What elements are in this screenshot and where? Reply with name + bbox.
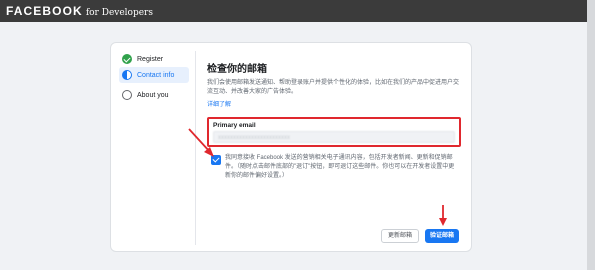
email-field[interactable]: xxxxxxxxxxxxxxxxxxxxxxxx: [213, 131, 455, 143]
change-email-button[interactable]: 更新邮箱: [381, 229, 419, 243]
page-description: 我们会使用邮箱发送通知、帮助登录账户并提供个性化的体验，比如在我们的产品中促进用…: [207, 80, 460, 95]
step-label: About you: [137, 91, 169, 99]
verify-email-button[interactable]: 验证邮箱: [425, 229, 459, 243]
empty-circle-icon: [122, 90, 132, 100]
consent-text: 我同意接收 Facebook 发送的营销相关电子通讯内容，包括开发者新闻、更新和…: [225, 155, 455, 179]
step-contact-info[interactable]: Contact info: [119, 67, 189, 83]
brand-subtitle: for Developers: [85, 8, 153, 18]
half-circle-icon: [122, 70, 132, 80]
email-highlight-box: Primary email xxxxxxxxxxxxxxxxxxxxxxxx: [207, 117, 461, 147]
email-label: Primary email: [213, 122, 256, 129]
step-label: Contact info: [137, 71, 175, 79]
brand-name: FACEBOOK: [6, 4, 83, 18]
check-circle-icon: [122, 54, 132, 64]
onboarding-card: Register Contact info About you 检查你的邮箱 我…: [110, 42, 472, 252]
scrollbar-track[interactable]: [587, 0, 595, 270]
step-register[interactable]: Register: [119, 51, 189, 67]
page-title: 检查你的邮箱: [207, 64, 267, 75]
learn-more-link[interactable]: 详细了解: [207, 99, 231, 108]
top-bar: FACEBOOK for Developers: [0, 0, 595, 22]
divider: [195, 51, 196, 245]
step-about-you[interactable]: About you: [119, 87, 189, 103]
steps-sidebar: Register Contact info About you: [111, 43, 195, 251]
consent-checkbox[interactable]: [211, 155, 221, 165]
main-panel: 检查你的邮箱 我们会使用邮箱发送通知、帮助登录账户并提供个性化的体验，比如在我们…: [207, 43, 463, 251]
step-label: Register: [137, 55, 164, 63]
brand-logo[interactable]: FACEBOOK for Developers: [6, 4, 153, 18]
marketing-consent: 我同意接收 Facebook 发送的营销相关电子通讯内容，包括开发者新闻、更新和…: [207, 149, 461, 195]
